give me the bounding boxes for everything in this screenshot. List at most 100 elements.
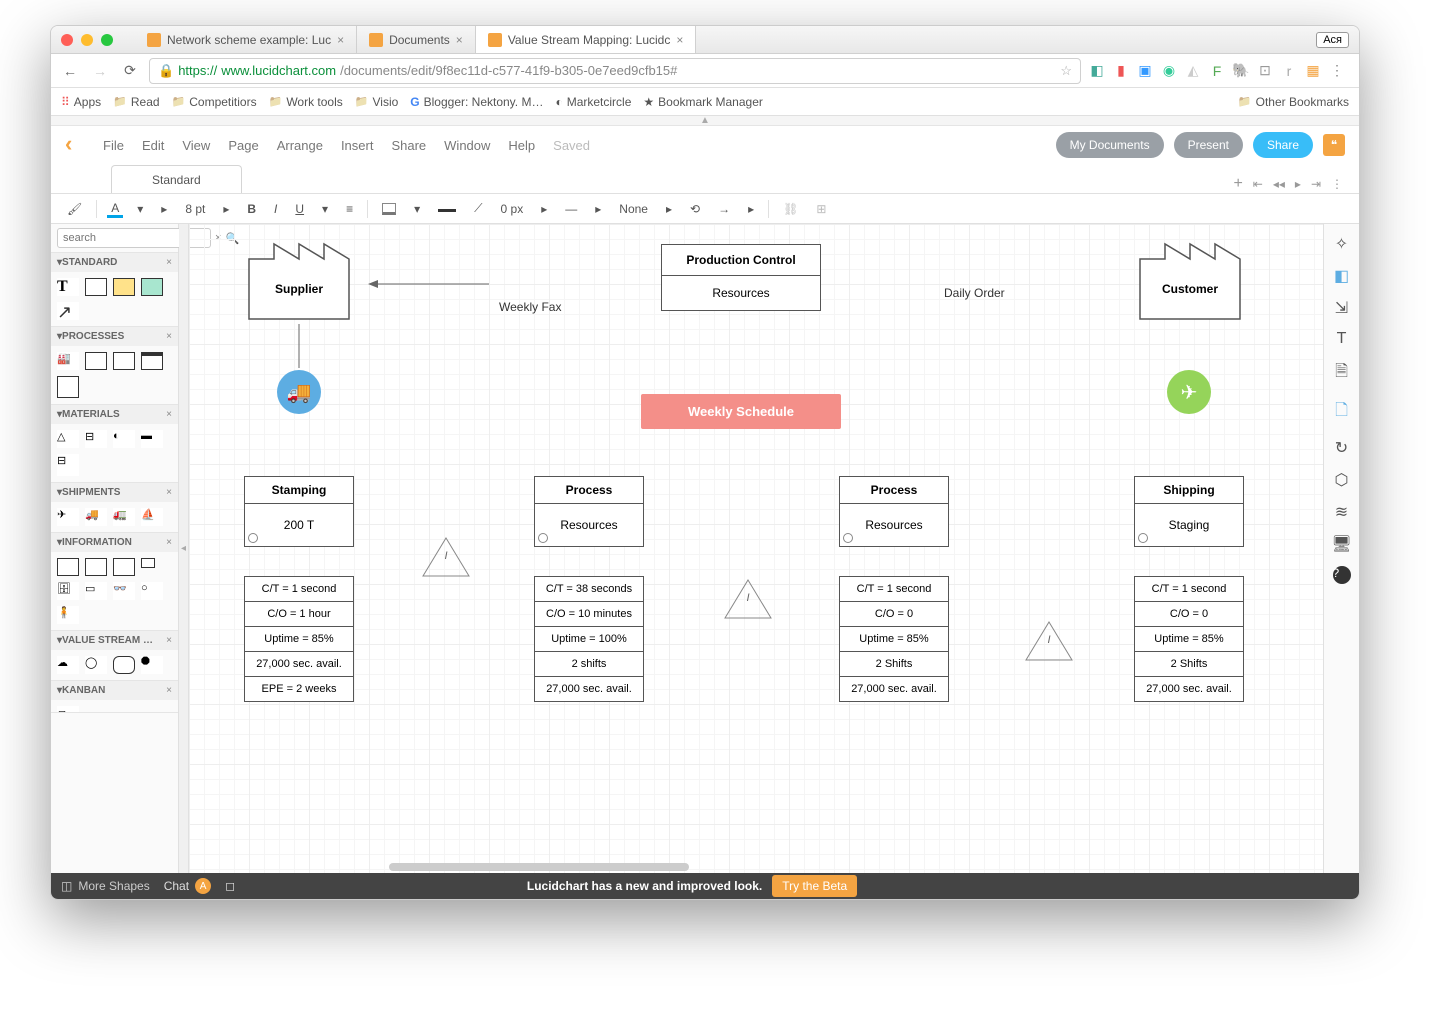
collapse-handle[interactable]: ▲ <box>51 116 1359 126</box>
canvas-area[interactable]: Supplier Production Control Resources Cu… <box>189 224 1323 873</box>
node-weekly-schedule[interactable]: Weekly Schedule <box>641 394 841 429</box>
font-size-stepper[interactable]: ▸ <box>219 200 233 218</box>
palette-header-valuestream[interactable]: ▾ VALUE STREAM …× <box>51 631 178 650</box>
line-color-button[interactable] <box>434 204 460 214</box>
menu-edit[interactable]: Edit <box>142 138 164 153</box>
minimize-window-button[interactable] <box>81 34 93 46</box>
shape-forklift-icon[interactable]: 🚛 <box>113 508 135 526</box>
inventory-triangle[interactable]: I <box>723 578 773 620</box>
inventory-triangle[interactable]: I <box>1024 620 1074 662</box>
palette-close-icon[interactable]: × <box>166 537 172 548</box>
browser-tab-2[interactable]: Documents × <box>357 26 476 53</box>
shape-process-split[interactable] <box>113 352 135 370</box>
node-supplier[interactable]: Supplier <box>244 234 354 324</box>
back-button[interactable]: ← <box>59 60 81 82</box>
bookmark-folder[interactable]: Read <box>113 95 159 109</box>
tab-close-icon[interactable]: × <box>337 33 344 47</box>
bookmark-item[interactable]: GBlogger: Nektony. M… <box>410 95 543 109</box>
navigator-icon[interactable]: ✧ <box>1335 234 1348 254</box>
other-bookmarks[interactable]: Other Bookmarks <box>1238 95 1349 109</box>
browser-tab-3-active[interactable]: Value Stream Mapping: Lucidc × <box>476 26 697 53</box>
ext-icon[interactable]: ◧ <box>1089 63 1105 79</box>
shape-info-small[interactable] <box>141 558 155 568</box>
node-customer[interactable]: Customer <box>1135 234 1245 324</box>
node-data-box[interactable]: C/T = 38 secondsC/O = 10 minutesUptime =… <box>534 576 644 702</box>
master-icon[interactable]: ⬡ <box>1335 470 1349 490</box>
font-dropdown-icon[interactable]: ▾ <box>133 200 147 218</box>
menu-view[interactable]: View <box>182 138 210 153</box>
menu-share[interactable]: Share <box>391 138 426 153</box>
palette-header-information[interactable]: ▾ INFORMATION× <box>51 533 178 552</box>
shape-plane-icon[interactable]: ✈ <box>57 508 79 526</box>
ext-icon[interactable]: ▦ <box>1305 63 1321 79</box>
shape-kaizen-icon[interactable]: ▭ <box>85 582 107 600</box>
arrow-style-stepper[interactable]: ▸ <box>662 200 676 218</box>
more-pages-icon[interactable]: ⋮ <box>1331 177 1343 191</box>
shape-arrow[interactable] <box>57 302 79 320</box>
arrow-style-field[interactable]: None <box>615 200 652 218</box>
node-process[interactable]: ProcessResources <box>839 476 949 547</box>
page-nav-prev-icon[interactable]: ◂◂ <box>1273 177 1285 191</box>
underline-button[interactable]: U <box>291 200 308 218</box>
shape-truck-icon[interactable]: 🚚 <box>85 508 107 526</box>
ext-icon[interactable]: r <box>1281 63 1297 79</box>
inventory-triangle[interactable]: I <box>421 536 471 578</box>
line-style-stepper[interactable]: ▸ <box>591 200 605 218</box>
palette-close-icon[interactable]: × <box>166 635 172 646</box>
try-beta-button[interactable]: Try the Beta <box>772 875 857 897</box>
bookmark-item[interactable]: ★Bookmark Manager <box>643 95 762 109</box>
reload-button[interactable]: ⟳ <box>119 60 141 82</box>
node-data-box[interactable]: C/T = 1 secondC/O = 0Uptime = 85%2 Shift… <box>839 576 949 702</box>
font-size-field[interactable]: 8 pt <box>181 200 209 218</box>
ext-icon[interactable]: 🐘 <box>1233 63 1249 79</box>
node-process[interactable]: ShippingStaging <box>1134 476 1244 547</box>
forward-button[interactable]: → <box>89 60 111 82</box>
expand-chat-icon[interactable]: ◻ <box>225 879 235 893</box>
page-nav-next-icon[interactable]: ▸ <box>1295 177 1301 191</box>
shape-rectangle[interactable] <box>85 278 107 296</box>
line-width-field[interactable]: 0 px <box>497 200 528 218</box>
feedback-icon[interactable]: ❝ <box>1323 134 1345 156</box>
shape-process-header[interactable] <box>141 352 163 370</box>
fill-color-button[interactable] <box>378 201 400 217</box>
apps-button[interactable]: ⠿Apps <box>61 95 101 109</box>
node-data-box[interactable]: C/T = 1 secondC/O = 1 hourUptime = 85%27… <box>244 576 354 702</box>
palette-close-icon[interactable]: × <box>166 409 172 420</box>
plane-icon[interactable]: ✈ <box>1167 370 1211 414</box>
url-field[interactable]: 🔒 https://www.lucidchart.com/documents/e… <box>149 58 1081 84</box>
page-settings-icon[interactable]: ⇲ <box>1335 298 1348 318</box>
line-width-stepper[interactable]: ▸ <box>537 200 551 218</box>
shape-info-split[interactable] <box>113 558 135 576</box>
shape-text[interactable]: T <box>57 278 79 296</box>
bookmark-folder[interactable]: Work tools <box>269 95 343 109</box>
bookmark-folder[interactable]: Visio <box>355 95 399 109</box>
font-color-button[interactable]: A <box>107 199 123 218</box>
shape-rounded-icon[interactable] <box>113 656 135 674</box>
palette-header-kanban[interactable]: ▾ KANBAN× <box>51 681 178 700</box>
arrow-end-button[interactable]: → <box>714 200 734 218</box>
help-icon[interactable]: ? <box>1333 566 1351 584</box>
shape-buffer-icon[interactable]: ▬ <box>141 430 163 448</box>
palette-header-shipments[interactable]: ▾ SHIPMENTS× <box>51 483 178 502</box>
shape-process-box[interactable] <box>85 352 107 370</box>
shape-circle-icon[interactable]: ○ <box>141 582 163 600</box>
align-button[interactable]: ≡ <box>342 200 357 218</box>
chat-button[interactable]: ChatA <box>164 878 211 894</box>
user-profile-button[interactable]: Ася <box>1316 32 1349 48</box>
node-process[interactable]: Stamping200 T <box>244 476 354 547</box>
menu-help[interactable]: Help <box>508 138 535 153</box>
menu-window[interactable]: Window <box>444 138 490 153</box>
palette-close-icon[interactable]: × <box>166 685 172 696</box>
left-panel-handle[interactable]: ◂ <box>179 224 189 873</box>
ext-icon[interactable]: ◉ <box>1161 63 1177 79</box>
bookmark-folder[interactable]: Competitiors <box>172 95 257 109</box>
bold-button[interactable]: B <box>243 200 260 218</box>
image-button[interactable]: ⊞ <box>812 200 830 218</box>
document-tab-standard[interactable]: Standard <box>111 165 242 193</box>
themes-icon[interactable]: ◧ <box>1334 266 1349 286</box>
shape-info-box-2[interactable] <box>85 558 107 576</box>
palette-header-materials[interactable]: ▾ MATERIALS× <box>51 405 178 424</box>
menu-icon[interactable]: ⋮ <box>1329 63 1345 79</box>
ext-icon[interactable]: ◭ <box>1185 63 1201 79</box>
link-button[interactable]: ⛓ <box>779 200 802 218</box>
